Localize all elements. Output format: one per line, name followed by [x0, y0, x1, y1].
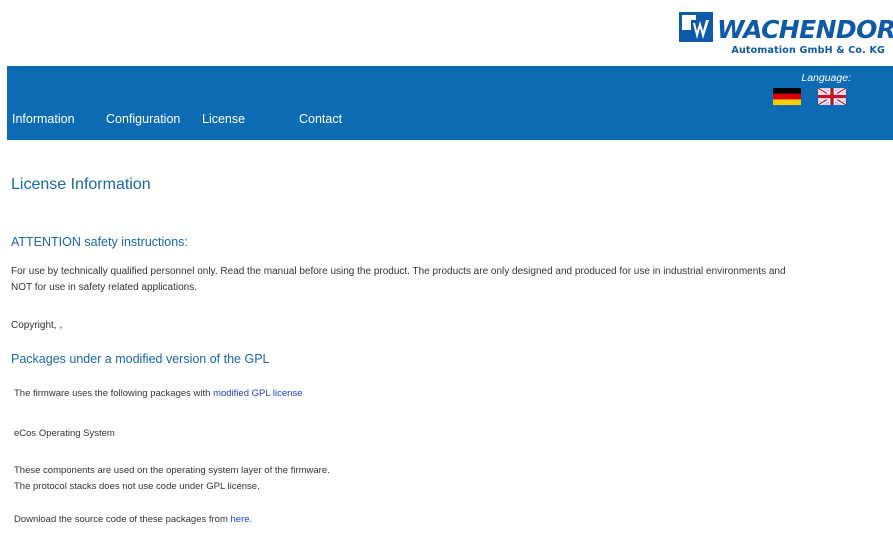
nav-configuration[interactable]: Configuration: [106, 112, 180, 126]
page-title: License Information: [11, 176, 151, 193]
main-nav: Information Configuration License Contac…: [7, 66, 893, 140]
components-line-1: These components are used on the operati…: [14, 465, 330, 476]
package-name: eCos Operating System: [14, 428, 115, 439]
attention-text: For use by technically qualified personn…: [11, 266, 786, 293]
uk-flag-icon[interactable]: [818, 88, 846, 105]
logo-mark-icon: [679, 12, 713, 42]
brand-name: WACHENDORFF: [717, 15, 893, 44]
attention-heading: ATTENTION safety instructions:: [11, 235, 188, 249]
nav-license[interactable]: License: [202, 112, 245, 126]
brand-subtitle: Automation GmbH & Co. KG: [731, 45, 885, 56]
nav-contact[interactable]: Contact: [299, 112, 342, 126]
gpl-intro-text: The firmware uses the following packages…: [14, 388, 214, 399]
modified-gpl-license-link[interactable]: modified GPL license: [213, 388, 302, 399]
nav-information[interactable]: Information: [12, 112, 75, 126]
german-flag-icon[interactable]: [773, 88, 801, 105]
download-text: Download the source code of these packag…: [14, 514, 231, 525]
components-line-2: The protocol stacks does not use code un…: [14, 481, 260, 492]
gpl-intro-line: The firmware uses the following packages…: [14, 386, 303, 402]
download-suffix: .: [249, 514, 253, 525]
company-logo: WACHENDORFF Automation GmbH & Co. KG: [679, 9, 893, 59]
language-label: Language:: [801, 72, 851, 84]
download-line: Download the source code of these packag…: [14, 512, 252, 528]
gpl-heading: Packages under a modified version of the…: [11, 352, 270, 366]
copyright-text: Copyright, ,: [11, 320, 63, 331]
download-here-link[interactable]: here: [231, 514, 250, 525]
